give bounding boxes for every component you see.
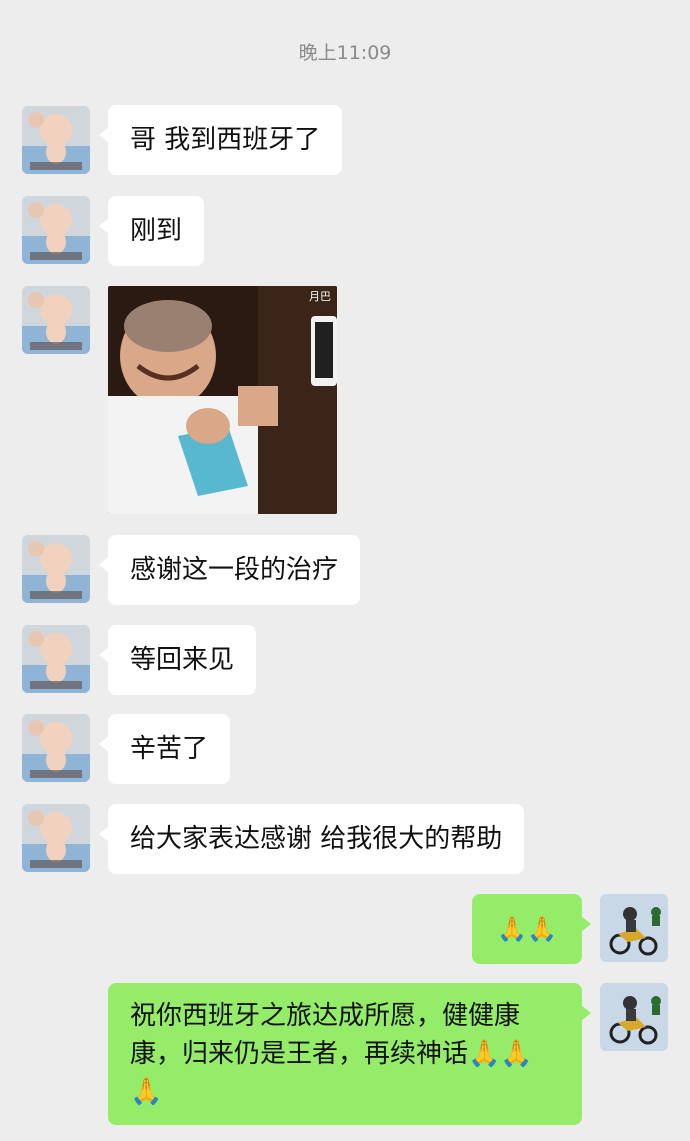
contact-avatar[interactable]: [22, 535, 90, 603]
contact-avatar[interactable]: [22, 106, 90, 174]
contact-avatar[interactable]: [22, 625, 90, 693]
message-bubble-incoming[interactable]: 哥 我到西班牙了: [98, 105, 343, 175]
my-avatar[interactable]: [600, 894, 668, 962]
message-bubble-incoming[interactable]: 刚到: [98, 196, 205, 266]
message-text: 等回来见: [130, 645, 235, 675]
message-text: 🙏🙏: [497, 915, 557, 943]
laughing-child-sticker: [108, 286, 337, 514]
message-text: 感谢这一段的治疗: [130, 555, 339, 585]
message-text: 刚到: [130, 216, 183, 246]
contact-avatar-image: [22, 286, 90, 354]
contact-avatar[interactable]: [22, 286, 90, 354]
message-text: 祝你西班牙之旅达成所愿，健健康康，归来仍是王者，再续神话🙏🙏🙏: [130, 1001, 533, 1107]
my-avatar[interactable]: [600, 983, 668, 1051]
contact-avatar[interactable]: [22, 714, 90, 782]
contact-avatar-image: [22, 804, 90, 872]
message-bubble-incoming[interactable]: 辛苦了: [98, 714, 231, 784]
contact-avatar-image: [22, 625, 90, 693]
contact-avatar[interactable]: [22, 196, 90, 264]
contact-avatar[interactable]: [22, 804, 90, 872]
message-bubble-outgoing[interactable]: 祝你西班牙之旅达成所愿，健健康康，归来仍是王者，再续神话🙏🙏🙏: [108, 983, 591, 1125]
message-bubble-incoming[interactable]: 给大家表达感谢 给我很大的帮助: [98, 804, 525, 874]
message-text: 给大家表达感谢 给我很大的帮助: [130, 824, 503, 854]
contact-avatar-image: [22, 196, 90, 264]
message-bubble-incoming[interactable]: 感谢这一段的治疗: [98, 535, 361, 605]
sticker-watermark: 月巴: [309, 290, 331, 303]
message-text: 哥 我到西班牙了: [130, 125, 321, 155]
motocross-avatar-image: [600, 894, 668, 962]
contact-avatar-image: [22, 106, 90, 174]
message-bubble-outgoing[interactable]: 🙏🙏: [472, 894, 591, 964]
chat-timestamp: 晚上11:09: [298, 42, 392, 64]
contact-avatar-image: [22, 714, 90, 782]
message-bubble-incoming[interactable]: 等回来见: [98, 625, 257, 695]
motocross-avatar-image: [600, 983, 668, 1051]
message-text: 辛苦了: [130, 734, 209, 764]
sticker-image[interactable]: 月巴: [108, 286, 337, 514]
contact-avatar-image: [22, 535, 90, 603]
